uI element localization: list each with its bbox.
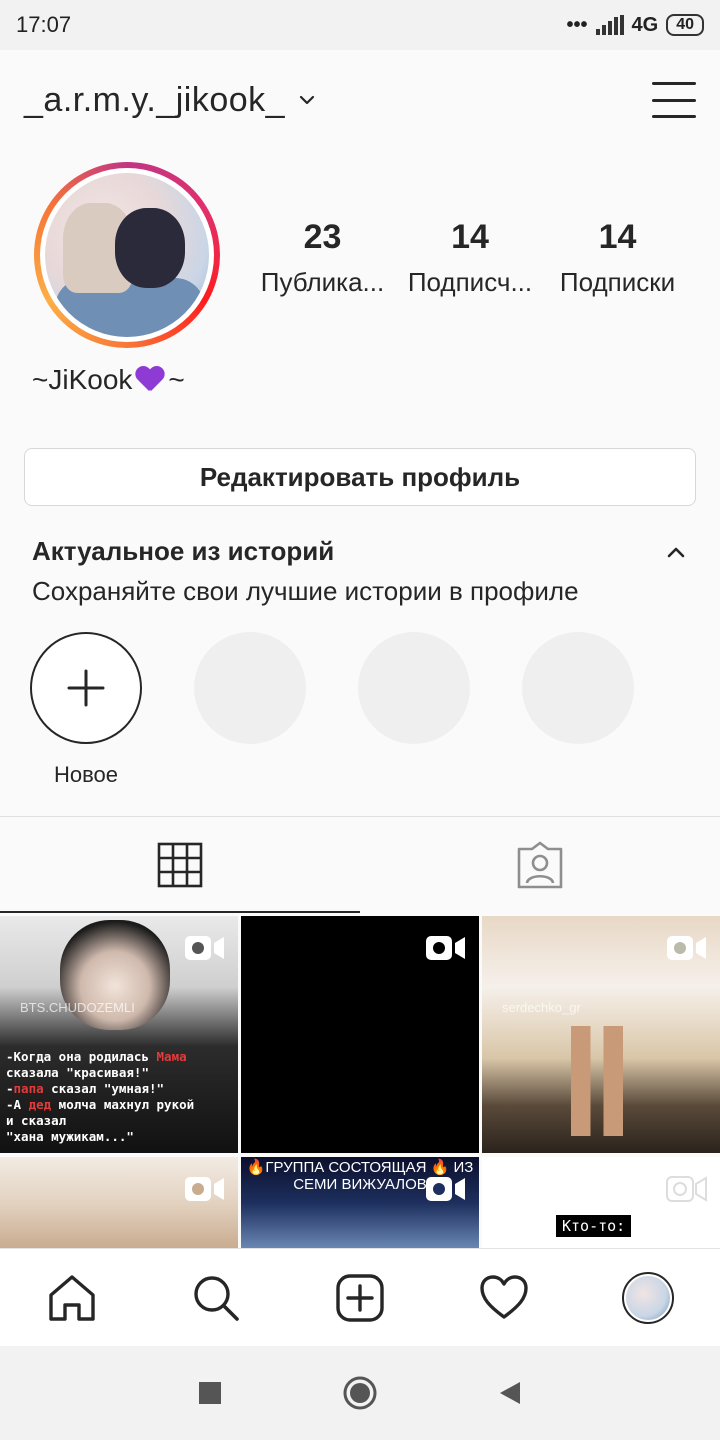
highlight-placeholder-circle [358,632,470,744]
posts-grid: BTS.CHUDOZEMLI -Когда она родилась Мама … [0,916,720,1249]
post-watermark: BTS.CHUDOZEMLI [20,1000,135,1015]
tab-tagged[interactable] [360,817,720,913]
profile-avatar [45,173,209,337]
highlights-title: Актуальное из историй [32,536,335,566]
purple-heart-icon [136,367,164,393]
android-navigation-bar [0,1346,720,1440]
stat-followers[interactable]: 14 Подписч... [398,218,543,298]
highlight-placeholder-circle [522,632,634,744]
avatar-border [40,168,214,342]
video-camera-icon [667,936,706,960]
chevron-down-icon [299,95,315,105]
recents-button[interactable] [190,1373,230,1413]
stat-count: 14 [451,218,489,256]
search-icon [194,1275,239,1321]
highlight-placeholder [522,632,634,788]
highlights-subtitle: Сохраняйте свои лучшие истории в профиле [32,576,579,606]
highlight-new[interactable]: Новое [30,632,142,788]
highlights-row: Новое [30,632,634,788]
post-thumbnail[interactable] [0,1157,238,1249]
stat-label: Подписч... [407,267,533,297]
status-icons: ••• 4G 40 [566,13,704,37]
tagged-person-icon [517,841,563,889]
video-camera-icon [426,1177,465,1201]
home-circle-icon [343,1376,377,1410]
avatar-art-figure [115,208,185,288]
post-watermark: serdechko_gr [502,1000,581,1015]
back-triangle-icon [500,1382,520,1404]
status-bar: 17:07 ••• 4G 40 [0,0,720,50]
grid-icon [157,842,203,888]
post-thumbnail[interactable]: 🔥ГРУППА СОСТОЯЩАЯ 🔥 ИЗ СЕМИ ВИЖУАЛОВ [241,1157,479,1249]
post-photo [532,1026,662,1136]
recents-square-icon [199,1382,221,1404]
post-overlay-text: -Когда она родилась Мама сказала "красив… [6,1049,195,1144]
username: _a.r.m.y._jikook_ [24,80,286,119]
nav-activity[interactable] [468,1262,540,1334]
home-icon [49,1274,95,1321]
activity-heart-icon [480,1274,528,1319]
nav-search[interactable] [180,1262,252,1334]
stat-count: 23 [303,218,342,256]
profile-stats: 23 Публика... 14 Подписч... 14 Подписки [250,218,690,298]
notification-dots: ••• [566,13,588,36]
profile-tabs [0,817,720,913]
display-name-text: ~JiKook [32,364,133,395]
account-switcher[interactable]: _a.r.m.y._jikook_ [24,81,315,120]
highlight-placeholder-circle [194,632,306,744]
highlight-placeholder [194,632,306,788]
back-button[interactable] [490,1373,530,1413]
battery-level: 40 [676,16,694,33]
highlight-label: Новое [53,762,119,787]
post-caption: Кто-то: [556,1215,632,1237]
video-camera-icon [666,1176,707,1202]
profile-avatar-small [622,1271,674,1324]
profile-avatar-ring[interactable] [34,162,220,348]
stat-count: 14 [598,218,637,256]
stat-posts[interactable]: 23 Публика... [250,218,395,298]
network-type: 4G [631,13,659,36]
nav-home[interactable] [36,1262,108,1334]
video-camera-icon [185,936,224,960]
video-camera-icon [185,1177,224,1201]
stat-following[interactable]: 14 Подписки [545,218,690,298]
nav-profile[interactable] [612,1262,684,1334]
stat-label: Подписки [559,267,676,297]
post-thumbnail[interactable] [241,916,479,1153]
highlight-placeholder [358,632,470,788]
post-thumbnail[interactable]: BTS.CHUDOZEMLI -Когда она родилась Мама … [0,916,238,1153]
nav-new-post[interactable] [324,1262,396,1334]
chevron-up-icon[interactable] [664,540,688,564]
post-thumbnail[interactable]: serdechko_gr [482,916,720,1153]
plus-icon [67,669,105,707]
home-button[interactable] [340,1373,380,1413]
hamburger-menu-icon[interactable] [652,82,696,118]
display-name: ~JiKook ~ [32,364,185,396]
profile-header: _a.r.m.y._jikook_ [0,50,720,150]
tab-posts-grid[interactable] [0,817,360,913]
add-post-icon [336,1273,384,1322]
video-camera-icon [426,936,465,960]
battery-icon: 40 [666,14,704,36]
bottom-navigation [0,1248,720,1346]
display-name-suffix: ~ [168,364,185,395]
edit-profile-button[interactable]: Редактировать профиль [24,448,696,506]
status-time: 17:07 [16,12,72,37]
stat-label: Публика... [260,267,385,297]
new-highlight-button[interactable] [30,632,142,744]
post-thumbnail[interactable]: Кто-то: [482,1157,720,1249]
signal-icon [595,15,624,35]
